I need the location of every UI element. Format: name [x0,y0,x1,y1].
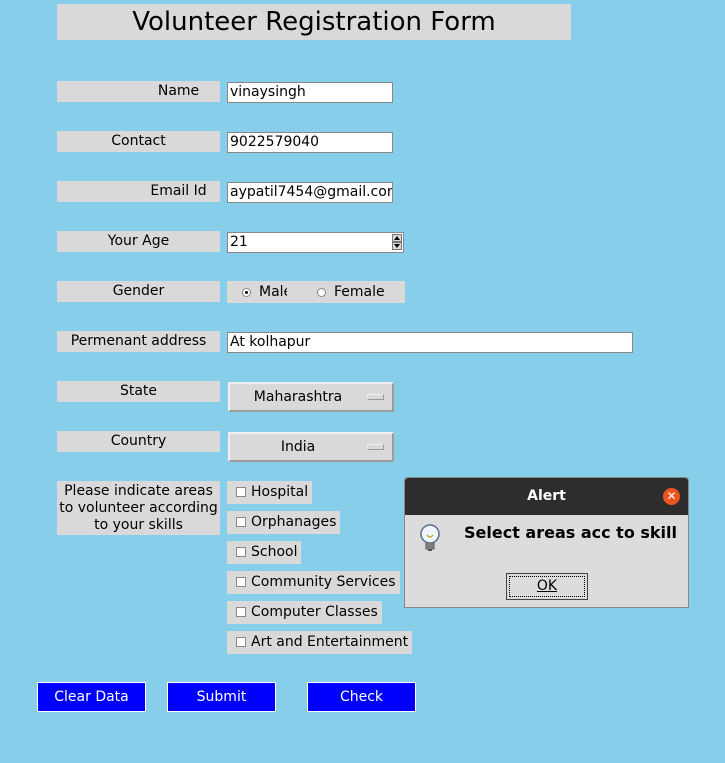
checkbox-label: Orphanages [251,514,337,530]
email-field[interactable]: aypatil7454@gmail.com [227,182,393,203]
radio-female[interactable] [317,288,326,297]
radio-male[interactable] [242,288,251,297]
state-label: State [57,381,220,402]
checkbox-label: Art and Entertainment [251,634,409,650]
checkbox-icon[interactable] [236,577,246,587]
email-label: Email Id [57,181,220,202]
checkbox-school[interactable]: School [227,541,302,564]
areas-label: Please indicate areas to volunteer accor… [57,481,220,535]
checkbox-art-entertainment[interactable]: Art and Entertainment [227,631,413,654]
checkbox-icon[interactable] [236,517,246,527]
contact-label: Contact [57,131,220,152]
name-label: Name [57,81,220,102]
checkbox-icon[interactable] [236,607,246,617]
age-value: 21 [230,234,248,250]
close-icon[interactable]: ✕ [663,488,680,505]
checkbox-label: Computer Classes [251,604,378,620]
clear-data-button[interactable]: Clear Data [37,682,146,712]
check-button[interactable]: Check [307,682,416,712]
form-title: Volunteer Registration Form [57,4,571,40]
address-label: Permenant address [57,331,220,352]
ok-button[interactable]: OK [506,573,588,600]
age-spin-buttons [392,234,402,251]
spin-up-icon[interactable] [392,234,402,242]
age-spinbox[interactable]: 21 [227,232,404,253]
checkbox-hospital[interactable]: Hospital [227,481,313,504]
radio-female-label[interactable]: Female [334,283,385,301]
checkbox-icon[interactable] [236,547,246,557]
checkbox-icon[interactable] [236,637,246,647]
checkbox-orphanages[interactable]: Orphanages [227,511,341,534]
contact-field[interactable]: 9022579040 [227,132,393,153]
country-dropdown[interactable]: India [228,432,394,462]
checkbox-computer-classes[interactable]: Computer Classes [227,601,382,624]
checkbox-community-services[interactable]: Community Services [227,571,400,594]
checkbox-label: Hospital [251,484,309,500]
state-selected: Maharashtra [253,389,343,405]
alert-titlebar: Alert [405,478,688,515]
gender-label: Gender [57,281,220,302]
alert-dialog: Alert ✕ Select areas acc to skill OK [404,477,689,608]
dropdown-indicator-icon [367,394,384,400]
alert-message: Select areas acc to skill [464,523,678,542]
age-label: Your Age [57,231,220,252]
address-field[interactable]: At kolhapur [227,332,633,353]
alert-title: Alert [527,488,566,504]
submit-button[interactable]: Submit [167,682,276,712]
state-dropdown[interactable]: Maharashtra [228,382,394,412]
radio-male-label[interactable]: Male [259,283,287,301]
checkbox-label: Community Services [251,574,396,590]
dropdown-indicator-icon [367,444,384,450]
lightbulb-icon [417,523,443,555]
name-field[interactable]: vinaysingh [227,82,393,103]
country-selected: India [280,439,316,455]
checkbox-icon[interactable] [236,487,246,497]
country-label: Country [57,431,220,452]
spin-down-icon[interactable] [392,242,402,250]
checkbox-label: School [251,544,298,560]
gender-radio-group: Male Female [227,281,405,303]
